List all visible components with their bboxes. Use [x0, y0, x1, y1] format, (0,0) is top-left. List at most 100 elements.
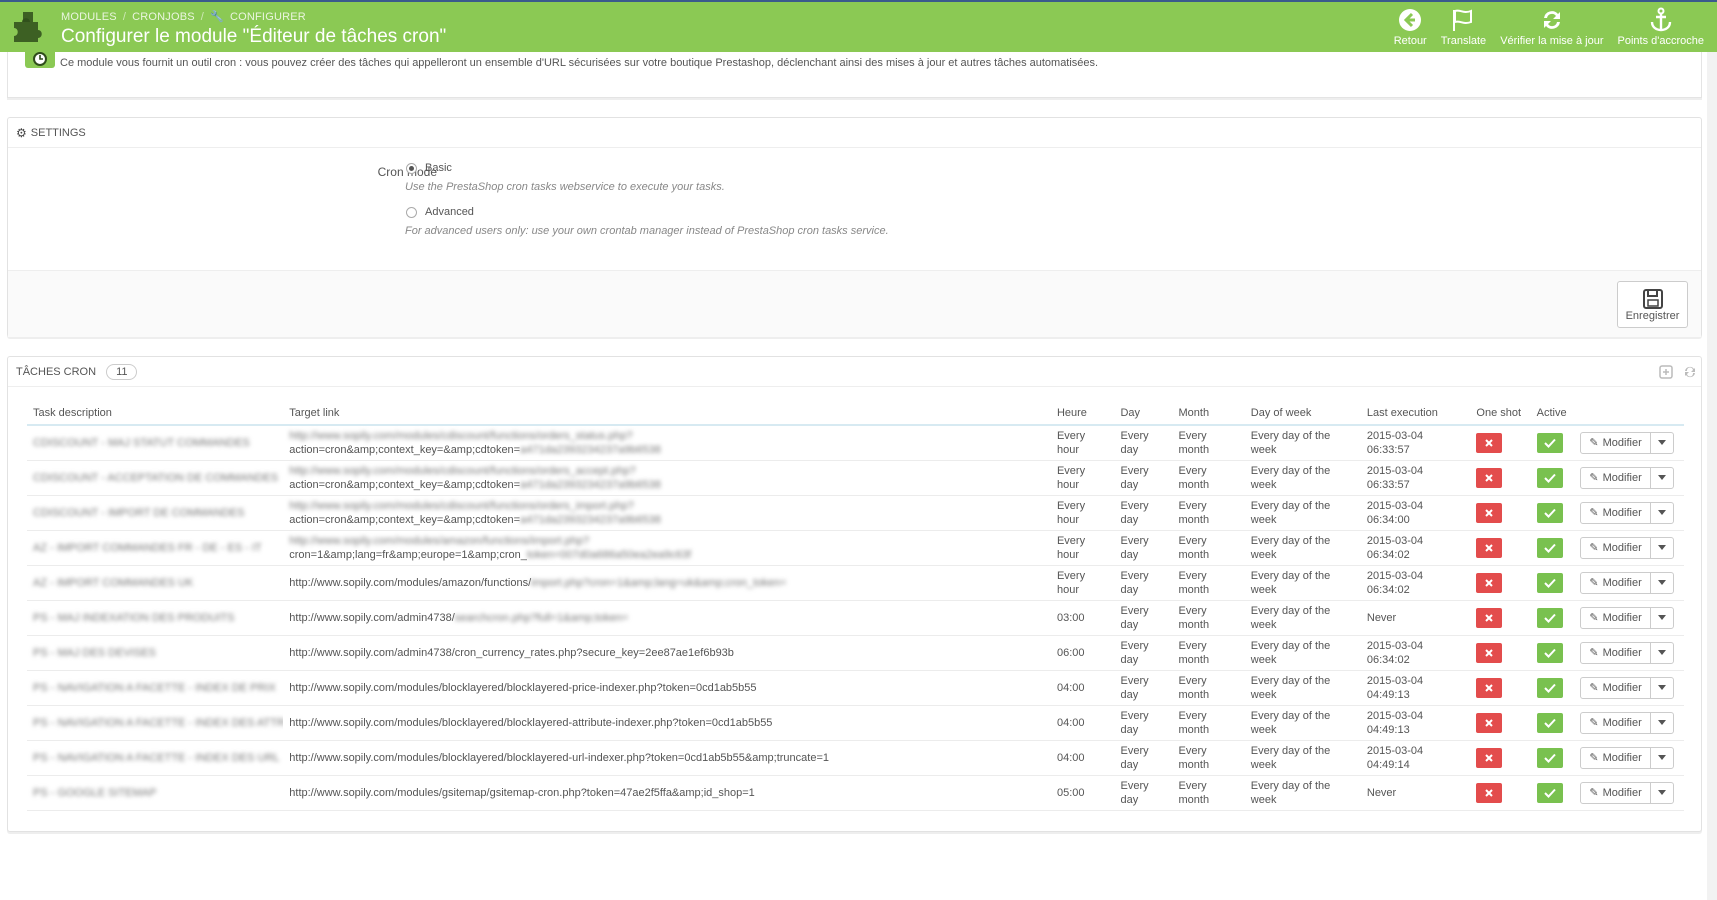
edit-button[interactable]: ✎ Modifier: [1581, 572, 1651, 593]
edit-label: Modifier: [1602, 506, 1642, 519]
save-button[interactable]: Enregistrer: [1617, 281, 1688, 328]
actions-dropdown-toggle[interactable]: [1651, 608, 1673, 628]
task-hour: 06:00: [1050, 635, 1115, 671]
task-hour: 04:00: [1050, 670, 1115, 706]
one-shot-toggle[interactable]: [1476, 467, 1503, 488]
add-task-icon[interactable]: [1657, 363, 1675, 381]
translate-button[interactable]: Translate: [1434, 7, 1493, 47]
hooks-button[interactable]: Points d'accroche: [1611, 7, 1711, 47]
active-toggle[interactable]: [1536, 537, 1563, 558]
one-shot-toggle[interactable]: [1476, 747, 1503, 768]
col-active: Active: [1530, 401, 1575, 426]
refresh-list-icon[interactable]: [1681, 363, 1699, 381]
actions-dropdown-toggle[interactable]: [1651, 433, 1673, 453]
task-hour: 04:00: [1050, 740, 1115, 776]
one-shot-toggle[interactable]: [1476, 502, 1503, 523]
active-cell: [1530, 705, 1575, 741]
target-link: http://www.sopily.com/admin4738/searchcr…: [283, 600, 1051, 636]
cron-mode-basic-option[interactable]: Basic: [406, 162, 452, 174]
table-row: PS - NAVIGATION A FACETTE - INDEX DES AT…: [27, 705, 1684, 741]
actions-dropdown-toggle[interactable]: [1651, 783, 1673, 803]
actions-dropdown-toggle[interactable]: [1651, 748, 1673, 768]
cron-mode-advanced-label[interactable]: Advanced: [425, 206, 474, 218]
one-shot-toggle[interactable]: [1476, 712, 1503, 733]
floppy-disk-icon: [1642, 288, 1663, 309]
cron-mode-basic-radio[interactable]: [406, 162, 417, 174]
one-shot-toggle[interactable]: [1476, 782, 1503, 803]
breadcrumb-cronjobs[interactable]: CRONJOBS: [132, 11, 195, 23]
cron-mode-advanced-option[interactable]: Advanced: [406, 206, 474, 218]
one-shot-toggle[interactable]: [1476, 607, 1503, 628]
task-last-execution: 2015-03-04 04:49:14: [1360, 740, 1471, 776]
active-toggle[interactable]: [1536, 782, 1563, 803]
edit-button[interactable]: ✎ Modifier: [1581, 747, 1651, 768]
active-toggle[interactable]: [1536, 572, 1563, 593]
active-toggle[interactable]: [1536, 677, 1563, 698]
actions-dropdown-toggle[interactable]: [1651, 503, 1673, 523]
edit-label: Modifier: [1602, 681, 1642, 694]
check-icon: [1543, 753, 1556, 763]
actions-cell: ✎ Modifier: [1574, 530, 1684, 566]
edit-button[interactable]: ✎ Modifier: [1581, 782, 1651, 803]
active-toggle[interactable]: [1536, 712, 1563, 733]
edit-button[interactable]: ✎ Modifier: [1581, 502, 1651, 523]
wrench-icon: 🔧: [210, 11, 224, 23]
cron-mode-advanced-radio[interactable]: [406, 206, 417, 218]
edit-button[interactable]: ✎ Modifier: [1581, 642, 1651, 663]
check-update-button[interactable]: Vérifier la mise à jour: [1493, 7, 1610, 47]
breadcrumb: MODULES / CRONJOBS / 🔧 CONFIGURER: [61, 10, 306, 24]
edit-button[interactable]: ✎ Modifier: [1581, 537, 1651, 558]
task-month: Every month: [1172, 705, 1245, 741]
target-link-line2: http://www.sopily.com/admin4738/cron_cur…: [289, 646, 734, 659]
edit-button[interactable]: ✎ Modifier: [1581, 467, 1651, 488]
edit-label: Modifier: [1602, 716, 1642, 729]
edit-button[interactable]: ✎ Modifier: [1581, 677, 1651, 698]
page-scrollbar[interactable]: [1707, 52, 1717, 900]
settings-title: SETTINGS: [30, 126, 86, 139]
one-shot-cell: [1470, 670, 1531, 706]
active-toggle[interactable]: [1536, 432, 1563, 453]
edit-button[interactable]: ✎ Modifier: [1581, 432, 1651, 453]
edit-button[interactable]: ✎ Modifier: [1581, 712, 1651, 733]
back-button[interactable]: Retour: [1387, 7, 1434, 47]
target-link: http://www.sopily.com/modules/blocklayer…: [283, 740, 1051, 776]
cron-mode-basic-label[interactable]: Basic: [425, 162, 452, 174]
one-shot-cell: [1470, 425, 1531, 461]
puzzle-icon: [14, 12, 42, 42]
edit-button[interactable]: ✎ Modifier: [1581, 607, 1651, 628]
actions-dropdown-toggle[interactable]: [1651, 713, 1673, 733]
one-shot-cell: [1470, 495, 1531, 531]
active-toggle[interactable]: [1536, 502, 1563, 523]
actions-dropdown-toggle[interactable]: [1651, 678, 1673, 698]
active-toggle[interactable]: [1536, 467, 1563, 488]
target-link-line3: searchcron.php?full=1&amp;token=: [454, 611, 629, 624]
actions-dropdown-toggle[interactable]: [1651, 573, 1673, 593]
one-shot-toggle[interactable]: [1476, 677, 1503, 698]
refresh-icon: [1543, 11, 1560, 29]
active-toggle[interactable]: [1536, 642, 1563, 663]
one-shot-cell: [1470, 460, 1531, 496]
cross-icon: [1485, 648, 1494, 657]
task-day-of-week: Every day of the week: [1244, 565, 1361, 601]
caret-down-icon: [1657, 475, 1666, 480]
edit-button-group: ✎ Modifier: [1580, 711, 1674, 734]
edit-label: Modifier: [1602, 611, 1642, 624]
target-link: http://www.sopily.com/modules/cdiscount/…: [283, 460, 1051, 496]
one-shot-toggle[interactable]: [1476, 432, 1503, 453]
active-toggle[interactable]: [1536, 607, 1563, 628]
one-shot-toggle[interactable]: [1476, 572, 1503, 593]
breadcrumb-modules[interactable]: MODULES: [61, 11, 117, 23]
active-toggle[interactable]: [1536, 747, 1563, 768]
task-description-text: CDISCOUNT - MAJ STATUT COMMANDES: [33, 436, 250, 449]
actions-dropdown-toggle[interactable]: [1651, 468, 1673, 488]
actions-dropdown-toggle[interactable]: [1651, 643, 1673, 663]
edit-button-group: ✎ Modifier: [1580, 641, 1674, 664]
actions-dropdown-toggle[interactable]: [1651, 538, 1673, 558]
one-shot-toggle[interactable]: [1476, 537, 1503, 558]
task-day-of-week: Every day of the week: [1244, 775, 1361, 811]
edit-button-group: ✎ Modifier: [1580, 676, 1674, 699]
task-day-of-week: Every day of the week: [1244, 635, 1361, 671]
breadcrumb-configurer[interactable]: CONFIGURER: [230, 11, 306, 23]
one-shot-toggle[interactable]: [1476, 642, 1503, 663]
target-link: http://www.sopily.com/modules/gsitemap/g…: [283, 775, 1051, 811]
